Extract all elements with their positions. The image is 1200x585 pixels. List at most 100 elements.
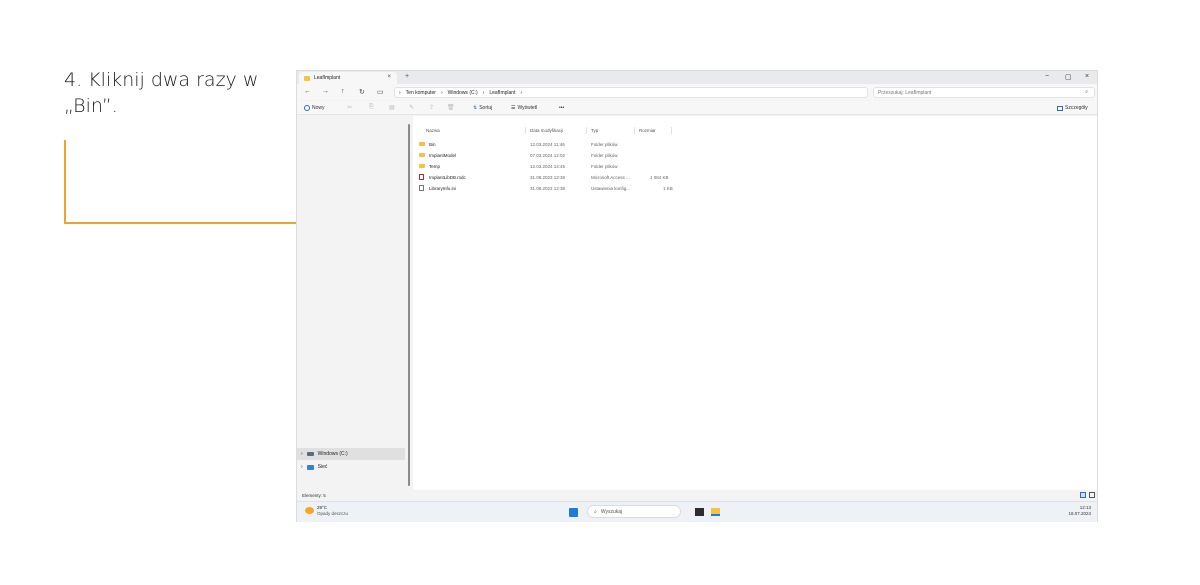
file-name: Temp — [429, 164, 441, 169]
file-row-implantmodel[interactable]: ImplantModel 07.03.2024 12:02 Folder pli… — [419, 150, 679, 160]
file-explorer-taskbar-icon[interactable] — [711, 508, 720, 516]
paste-icon[interactable]: ▤ — [389, 104, 395, 111]
tiles-view-icon[interactable] — [1089, 492, 1095, 498]
column-separator[interactable] — [634, 127, 635, 134]
file-date: 12.03.2024 14:45 — [530, 164, 566, 169]
drive-icon — [306, 452, 314, 456]
column-separator[interactable] — [525, 127, 526, 134]
details-pane-icon — [1057, 105, 1063, 111]
sidebar-item-label: Windows (C:) — [317, 451, 348, 457]
folder-icon — [419, 142, 425, 146]
sidebar-item-network[interactable]: › Sieć — [297, 461, 405, 473]
details-view-icon[interactable] — [1080, 492, 1086, 498]
item-count: Elementy: 5 — [302, 493, 326, 498]
sort-button[interactable]: ⇅ Sortuj — [473, 105, 492, 111]
status-bar: Elementy: 5 — [297, 490, 1097, 500]
sidebar-item-label: Sieć — [317, 464, 328, 470]
system-clock[interactable]: 12:13 18.07.2024 — [1068, 505, 1091, 517]
column-separator[interactable] — [586, 127, 587, 134]
file-date: 12.03.2024 11:46 — [530, 142, 565, 147]
copy-icon[interactable]: ⎘ — [369, 104, 374, 111]
column-header-date[interactable]: Data modyfikacji — [530, 128, 563, 133]
maximize-button[interactable]: ▢ — [1065, 73, 1072, 81]
document-icon — [419, 185, 424, 191]
command-bar: Nowy ✂ ⎘ ▤ ✎ ⇪ 🗑 ⇅ Sortuj ☰ Wyświetl •••… — [297, 101, 1097, 115]
weather-desc: Opady deszczu — [317, 511, 349, 516]
folder-icon — [304, 75, 310, 81]
search-icon: ⌕ — [1085, 89, 1088, 95]
search-input[interactable]: Przeszukaj: LeafImplant ⌕ — [873, 87, 1095, 98]
file-name: ImplantModel — [429, 153, 457, 158]
column-header-name[interactable]: Nazwa — [426, 128, 440, 133]
search-icon: ⌕ — [594, 508, 597, 515]
chevron-right-icon[interactable]: › — [301, 451, 303, 457]
taskbar: 29°C Opady deszczu ⌕ Wyszukaj 12:13 18.0… — [297, 501, 1097, 522]
title-bar: LeafImplant × + − ▢ × — [297, 71, 1097, 84]
view-button[interactable]: ☰ Wyświetl — [511, 105, 537, 111]
new-button[interactable]: Nowy — [304, 105, 325, 111]
navigation-scrollbar[interactable] — [408, 124, 410, 486]
breadcrumb-windows-c[interactable]: Windows (C:) — [448, 90, 478, 96]
task-view-icon[interactable] — [695, 508, 704, 516]
weather-widget[interactable]: 29°C Opady deszczu — [305, 505, 348, 517]
file-explorer-window: LeafImplant × + − ▢ × ← → ↑ ↻ ▭ › Ten ko… — [296, 70, 1098, 522]
forward-arrow-icon[interactable]: → — [322, 88, 329, 95]
guide-line-vertical-left — [64, 140, 66, 224]
file-name: ImplantLibDB.mdc — [429, 175, 466, 180]
delete-icon[interactable]: 🗑 — [447, 104, 455, 111]
file-type: Folder plików — [591, 164, 618, 169]
folder-icon — [419, 164, 425, 168]
folder-icon — [419, 153, 425, 157]
column-header-size[interactable]: Rozmiar — [639, 128, 656, 133]
file-row-temp[interactable]: Temp 12.03.2024 14:45 Folder plików — [419, 161, 679, 171]
new-button-label: Nowy — [312, 105, 325, 111]
sort-icon: ⇅ — [473, 105, 478, 111]
breadcrumb-separator: › — [399, 89, 401, 96]
more-options-button[interactable]: ••• — [559, 105, 564, 111]
breadcrumb-leafimplant[interactable]: LeafImplant — [489, 90, 515, 96]
view-button-label: Wyświetl — [517, 105, 538, 111]
instruction-line-2: „Bin”. — [64, 95, 118, 117]
back-arrow-icon[interactable]: ← — [304, 88, 311, 95]
chevron-right-icon[interactable]: › — [301, 464, 303, 470]
breadcrumb-separator: › — [520, 89, 523, 96]
instruction-text: 4. Kliknij dwa razy w „Bin”. — [64, 67, 264, 119]
file-row-libraryinfo[interactable]: LibraryInfo.ini 31.08.2023 12:38 Ustawie… — [419, 183, 679, 193]
file-size: 1 084 KB — [650, 175, 669, 180]
sidebar-item-windows-c[interactable]: › Windows (C:) — [297, 448, 405, 460]
network-icon — [306, 464, 314, 470]
file-size: 1 KB — [663, 186, 673, 191]
column-header-type[interactable]: Typ — [591, 128, 598, 133]
taskbar-search[interactable]: ⌕ Wyszukaj — [587, 505, 681, 518]
file-type: Folder plików — [591, 142, 618, 147]
file-type: Folder plików — [591, 153, 618, 158]
close-button[interactable]: × — [1085, 73, 1089, 80]
file-list: Nazwa Data modyfikacji Typ Rozmiar Bin 1… — [413, 116, 1097, 490]
share-icon[interactable]: ⇪ — [429, 104, 434, 111]
start-windows-icon[interactable] — [569, 508, 578, 517]
sort-button-label: Sortuj — [479, 105, 493, 111]
tab-close-icon[interactable]: × — [387, 74, 391, 80]
file-name: LibraryInfo.ini — [429, 186, 457, 191]
refresh-icon[interactable]: ↻ — [359, 88, 365, 96]
minimize-button[interactable]: − — [1045, 73, 1049, 80]
database-icon — [419, 174, 424, 180]
tab-leafimplant[interactable]: LeafImplant × — [299, 72, 397, 84]
file-type: Microsoft Access ... — [591, 175, 630, 180]
file-row-bin[interactable]: Bin 12.03.2024 11:46 Folder plików — [419, 139, 679, 149]
breadcrumb-this-pc[interactable]: Ten komputer — [406, 90, 436, 96]
cut-icon[interactable]: ✂ — [347, 104, 352, 111]
rename-icon[interactable]: ✎ — [409, 104, 414, 111]
up-arrow-icon[interactable]: ↑ — [341, 88, 345, 95]
file-date: 31.08.2023 12:36 — [530, 175, 566, 180]
navigation-pane: › Windows (C:) › Sieć — [297, 116, 407, 490]
plus-circle-icon — [304, 105, 310, 111]
new-tab-button[interactable]: + — [405, 73, 409, 80]
column-separator[interactable] — [671, 127, 672, 134]
weather-icon — [305, 507, 314, 514]
details-pane-button[interactable]: Szczegóły — [1057, 105, 1088, 111]
address-bar[interactable]: › Ten komputer › Windows (C:) › LeafImpl… — [394, 87, 868, 98]
taskbar-search-label: Wyszukaj — [600, 508, 623, 515]
file-name: Bin — [429, 142, 436, 147]
file-row-implantlibdb[interactable]: ImplantLibDB.mdc 31.08.2023 12:36 Micros… — [419, 172, 679, 182]
